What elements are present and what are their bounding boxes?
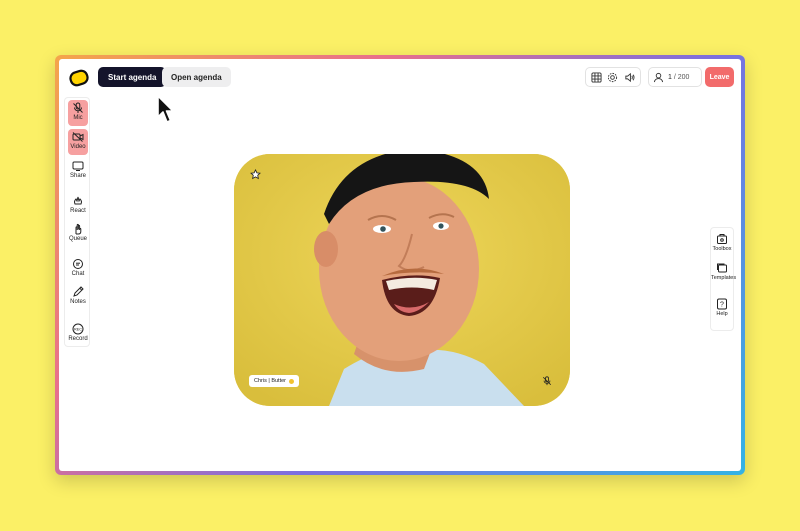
participants-max: / 200	[673, 73, 690, 81]
sidebar-item-record[interactable]: REC Record	[68, 321, 88, 342]
video-off-icon	[72, 132, 84, 142]
participant-name: Chris | Butter	[254, 378, 286, 384]
react-icon	[74, 196, 82, 205]
sidebar-item-label: Mic	[73, 115, 83, 121]
chat-icon	[73, 259, 83, 269]
pencil-icon	[73, 286, 84, 297]
start-agenda-button[interactable]: Start agenda	[98, 67, 167, 87]
sidebar-item-label: Chat	[71, 271, 85, 277]
sidebar-item-queue[interactable]: Queue	[68, 221, 88, 242]
butter-logo-icon	[69, 69, 89, 87]
mouse-cursor-icon	[157, 95, 174, 123]
mic-muted-icon	[542, 376, 552, 386]
leave-button[interactable]: Leave	[705, 67, 734, 87]
templates-icon	[717, 263, 727, 273]
sidebar-item-label: Share	[69, 173, 86, 179]
sidebar-item-notes[interactable]: Notes	[68, 284, 88, 305]
record-icon: REC	[72, 323, 84, 335]
view-tools	[585, 67, 641, 87]
sidebar-item-mic[interactable]: Mic	[68, 100, 88, 126]
share-screen-icon	[72, 161, 84, 171]
mic-off-icon	[73, 102, 83, 113]
sidebar-item-label: Help	[716, 311, 728, 317]
participant-video-tile[interactable]: Chris | Butter	[234, 154, 570, 406]
participants-current: 1	[668, 73, 672, 81]
sidebar-item-label: Notes	[70, 299, 86, 305]
sidebar-item-toolbox[interactable]: Toolbox	[711, 233, 733, 252]
right-sidebar: Toolbox Templates ? Help	[710, 227, 737, 331]
sidebar-item-react[interactable]: React	[68, 193, 88, 214]
open-agenda-button[interactable]: Open agenda	[162, 67, 231, 87]
sidebar-item-label: Toolbox	[712, 246, 732, 252]
sidebar-item-label: React	[70, 208, 86, 214]
grid-icon[interactable]	[591, 71, 602, 83]
sidebar-item-chat[interactable]: Chat	[68, 256, 88, 277]
gear-icon[interactable]	[607, 72, 618, 83]
speaker-icon[interactable]	[624, 72, 635, 83]
status-dot-icon	[289, 378, 294, 384]
svg-text:?: ?	[720, 302, 724, 309]
participant-name-tag: Chris | Butter	[249, 375, 299, 387]
sidebar-item-help[interactable]: ? Help	[711, 298, 733, 317]
toolbox-icon	[717, 234, 727, 244]
help-icon: ?	[717, 298, 727, 310]
sidebar-item-label: Record	[68, 336, 88, 342]
star-icon[interactable]	[250, 169, 261, 180]
sidebar-item-share[interactable]: Share	[68, 158, 88, 179]
svg-text:REC: REC	[74, 328, 82, 332]
left-sidebar: Mic Video Share React Queue Chat Notes R…	[64, 97, 90, 347]
sidebar-item-video[interactable]: Video	[68, 129, 88, 155]
participants-counter[interactable]: 1 / 200	[648, 67, 702, 87]
sidebar-item-label: Video	[70, 144, 86, 150]
sidebar-item-label: Queue	[68, 236, 87, 242]
person-icon	[653, 72, 664, 82]
sidebar-item-templates[interactable]: Templates	[711, 262, 737, 281]
participant-video-feed	[234, 154, 570, 406]
sidebar-item-label: Templates	[711, 275, 737, 281]
hand-icon	[75, 223, 82, 235]
